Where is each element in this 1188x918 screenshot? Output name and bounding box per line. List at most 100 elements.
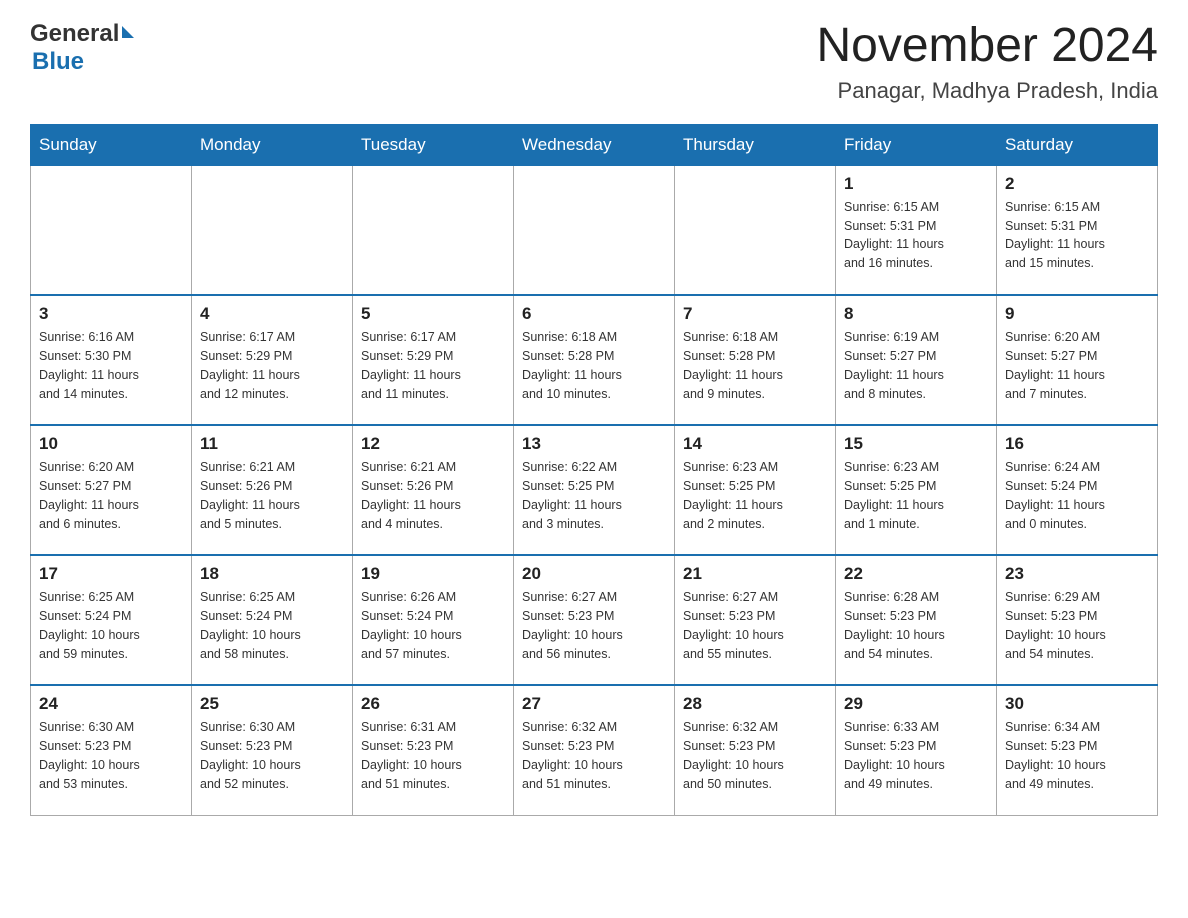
day-info: Sunrise: 6:32 AMSunset: 5:23 PMDaylight:… — [683, 718, 827, 793]
logo-triangle-icon — [122, 26, 134, 38]
day-info: Sunrise: 6:22 AMSunset: 5:25 PMDaylight:… — [522, 458, 666, 533]
table-row: 4 Sunrise: 6:17 AMSunset: 5:29 PMDaylight… — [192, 295, 353, 425]
day-info: Sunrise: 6:24 AMSunset: 5:24 PMDaylight:… — [1005, 458, 1149, 533]
table-row: 13 Sunrise: 6:22 AMSunset: 5:25 PMDayligh… — [514, 425, 675, 555]
day-number: 5 — [361, 304, 505, 324]
day-number: 6 — [522, 304, 666, 324]
day-info: Sunrise: 6:25 AMSunset: 5:24 PMDaylight:… — [200, 588, 344, 663]
table-row: 1Sunrise: 6:15 AMSunset: 5:31 PMDaylight… — [836, 165, 997, 295]
day-number: 22 — [844, 564, 988, 584]
table-row — [353, 165, 514, 295]
day-number: 14 — [683, 434, 827, 454]
col-wednesday: Wednesday — [514, 124, 675, 165]
day-info: Sunrise: 6:21 AMSunset: 5:26 PMDaylight:… — [200, 458, 344, 533]
table-row — [192, 165, 353, 295]
table-row: 16Sunrise: 6:24 AMSunset: 5:24 PMDayligh… — [997, 425, 1158, 555]
table-row: 25 Sunrise: 6:30 AMSunset: 5:23 PMDayligh… — [192, 685, 353, 815]
day-number: 8 — [844, 304, 988, 324]
day-info: Sunrise: 6:33 AMSunset: 5:23 PMDaylight:… — [844, 718, 988, 793]
logo: General Blue — [30, 20, 134, 76]
table-row: 7 Sunrise: 6:18 AMSunset: 5:28 PMDaylight… — [675, 295, 836, 425]
day-info: Sunrise: 6:17 AMSunset: 5:29 PMDaylight:… — [361, 328, 505, 403]
table-row — [675, 165, 836, 295]
day-number: 12 — [361, 434, 505, 454]
table-row: 10 Sunrise: 6:20 AMSunset: 5:27 PMDayligh… — [31, 425, 192, 555]
day-number: 13 — [522, 434, 666, 454]
day-info: Sunrise: 6:16 AMSunset: 5:30 PMDaylight:… — [39, 328, 183, 403]
day-number: 21 — [683, 564, 827, 584]
col-tuesday: Tuesday — [353, 124, 514, 165]
calendar-week-row: 1 Sunrise: 6:15 AMSunset: 5:31 PMDaylight… — [31, 165, 1158, 295]
day-number: 26 — [361, 694, 505, 714]
table-row: 15 Sunrise: 6:23 AMSunset: 5:25 PMDayligh… — [836, 425, 997, 555]
calendar-table: Sunday Monday Tuesday Wednesday Thursday… — [30, 124, 1158, 816]
table-row: 27 Sunrise: 6:32 AMSunset: 5:23 PMDayligh… — [514, 685, 675, 815]
day-number: 30 — [1005, 694, 1149, 714]
calendar-week-row: 24Sunrise: 6:30 AMSunset: 5:23 PMDayligh… — [31, 685, 1158, 815]
day-number: 28 — [683, 694, 827, 714]
table-row — [514, 165, 675, 295]
table-row: 5 Sunrise: 6:17 AMSunset: 5:29 PMDaylight… — [353, 295, 514, 425]
day-number: 2 — [1005, 174, 1149, 194]
calendar-title: November 2024 — [816, 20, 1158, 73]
day-number: 10 — [39, 434, 183, 454]
day-info: Sunrise: 6:32 AMSunset: 5:23 PMDaylight:… — [522, 718, 666, 793]
day-info: Sunrise: 6:26 AMSunset: 5:24 PMDaylight:… — [361, 588, 505, 663]
day-number: 3 — [39, 304, 183, 324]
table-row: 9 Sunrise: 6:20 AMSunset: 5:27 PMDaylight… — [997, 295, 1158, 425]
day-info: Sunrise: 6:20 AMSunset: 5:27 PMDaylight:… — [39, 458, 183, 533]
day-number: 7 — [683, 304, 827, 324]
day-number: 1 — [844, 174, 988, 194]
table-row: 22Sunrise: 6:28 AMSunset: 5:23 PMDayligh… — [836, 555, 997, 685]
table-row: 2 Sunrise: 6:15 AMSunset: 5:31 PMDaylight… — [997, 165, 1158, 295]
col-saturday: Saturday — [997, 124, 1158, 165]
table-row: 14 Sunrise: 6:23 AMSunset: 5:25 PMDayligh… — [675, 425, 836, 555]
day-number: 20 — [522, 564, 666, 584]
table-row: 21 Sunrise: 6:27 AMSunset: 5:23 PMDayligh… — [675, 555, 836, 685]
day-number: 29 — [844, 694, 988, 714]
calendar-week-row: 10 Sunrise: 6:20 AMSunset: 5:27 PMDayligh… — [31, 425, 1158, 555]
day-info: Sunrise: 6:23 AMSunset: 5:25 PMDaylight:… — [844, 458, 988, 533]
day-info: Sunrise: 6:34 AMSunset: 5:23 PMDaylight:… — [1005, 718, 1149, 793]
logo-general-text: General — [30, 20, 119, 48]
day-info: Sunrise: 6:20 AMSunset: 5:27 PMDaylight:… — [1005, 328, 1149, 403]
day-number: 17 — [39, 564, 183, 584]
day-number: 15 — [844, 434, 988, 454]
day-info: Sunrise: 6:30 AMSunset: 5:23 PMDaylight:… — [200, 718, 344, 793]
table-row: 28 Sunrise: 6:32 AMSunset: 5:23 PMDayligh… — [675, 685, 836, 815]
day-info: Sunrise: 6:21 AMSunset: 5:26 PMDaylight:… — [361, 458, 505, 533]
day-number: 11 — [200, 434, 344, 454]
day-number: 27 — [522, 694, 666, 714]
table-row: 20 Sunrise: 6:27 AMSunset: 5:23 PMDayligh… — [514, 555, 675, 685]
day-info: Sunrise: 6:31 AMSunset: 5:23 PMDaylight:… — [361, 718, 505, 793]
day-number: 4 — [200, 304, 344, 324]
day-info: Sunrise: 6:23 AMSunset: 5:25 PMDaylight:… — [683, 458, 827, 533]
day-info: Sunrise: 6:19 AMSunset: 5:27 PMDaylight:… — [844, 328, 988, 403]
day-info: Sunrise: 6:30 AMSunset: 5:23 PMDaylight:… — [39, 718, 183, 793]
day-number: 25 — [200, 694, 344, 714]
col-thursday: Thursday — [675, 124, 836, 165]
day-info: Sunrise: 6:18 AMSunset: 5:28 PMDaylight:… — [683, 328, 827, 403]
table-row: 6Sunrise: 6:18 AMSunset: 5:28 PMDaylight… — [514, 295, 675, 425]
day-info: Sunrise: 6:27 AMSunset: 5:23 PMDaylight:… — [683, 588, 827, 663]
day-number: 9 — [1005, 304, 1149, 324]
logo-line1: General — [30, 20, 134, 48]
day-info: Sunrise: 6:27 AMSunset: 5:23 PMDaylight:… — [522, 588, 666, 663]
page-header: General Blue November 2024 Panagar, Madh… — [30, 20, 1158, 104]
calendar-header-row: Sunday Monday Tuesday Wednesday Thursday… — [31, 124, 1158, 165]
calendar-week-row: 17 Sunrise: 6:25 AMSunset: 5:24 PMDayligh… — [31, 555, 1158, 685]
day-info: Sunrise: 6:17 AMSunset: 5:29 PMDaylight:… — [200, 328, 344, 403]
day-number: 19 — [361, 564, 505, 584]
table-row — [31, 165, 192, 295]
table-row: 8 Sunrise: 6:19 AMSunset: 5:27 PMDaylight… — [836, 295, 997, 425]
calendar-subtitle: Panagar, Madhya Pradesh, India — [816, 78, 1158, 104]
table-row: 18Sunrise: 6:25 AMSunset: 5:24 PMDayligh… — [192, 555, 353, 685]
table-row: 11 Sunrise: 6:21 AMSunset: 5:26 PMDayligh… — [192, 425, 353, 555]
table-row: 26 Sunrise: 6:31 AMSunset: 5:23 PMDayligh… — [353, 685, 514, 815]
col-monday: Monday — [192, 124, 353, 165]
day-info: Sunrise: 6:15 AMSunset: 5:31 PMDaylight:… — [1005, 198, 1149, 273]
col-friday: Friday — [836, 124, 997, 165]
table-row: 24Sunrise: 6:30 AMSunset: 5:23 PMDayligh… — [31, 685, 192, 815]
table-row: 29 Sunrise: 6:33 AMSunset: 5:23 PMDayligh… — [836, 685, 997, 815]
table-row: 23Sunrise: 6:29 AMSunset: 5:23 PMDayligh… — [997, 555, 1158, 685]
